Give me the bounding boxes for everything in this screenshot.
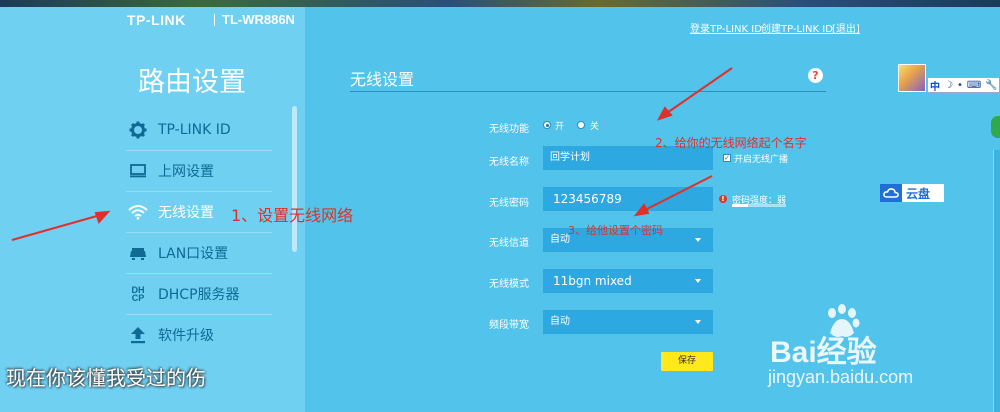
annotation-step1-prefix: > (259, 208, 267, 218)
baidu-watermark-url: jingyan.baidu.com (768, 367, 914, 387)
ime-chinese-mode[interactable]: 中 (930, 78, 940, 93)
wrench-icon[interactable]: 🔧 (985, 80, 997, 91)
dot-icon[interactable]: • (957, 80, 963, 91)
baidu-watermark-logo: Bai经验 (770, 336, 877, 369)
moon-icon[interactable]: ☽ (944, 80, 953, 91)
keyboard-icon[interactable]: ⌨ (967, 80, 981, 91)
annotation-step3: 3、给他设置个密码 (568, 224, 663, 237)
ime-toolbar[interactable]: 中 ☽ • ⌨ 🔧 (927, 77, 1000, 93)
side-panel-edge (993, 150, 1000, 412)
arrow-step1 (11, 213, 105, 241)
cloud-disk-badge[interactable]: 云盘 (880, 184, 944, 202)
side-floating-button[interactable] (991, 116, 1000, 138)
arrow-step3 (640, 175, 713, 213)
avatar (898, 64, 926, 92)
annotation-step1: 1、设置无线网络 (231, 206, 354, 225)
cloud-icon (880, 184, 902, 202)
arrow-step2 (663, 67, 733, 116)
annotation-step2: 2、给你的无线网络起个名字 (655, 136, 807, 150)
cloud-label: 云盘 (906, 186, 931, 201)
